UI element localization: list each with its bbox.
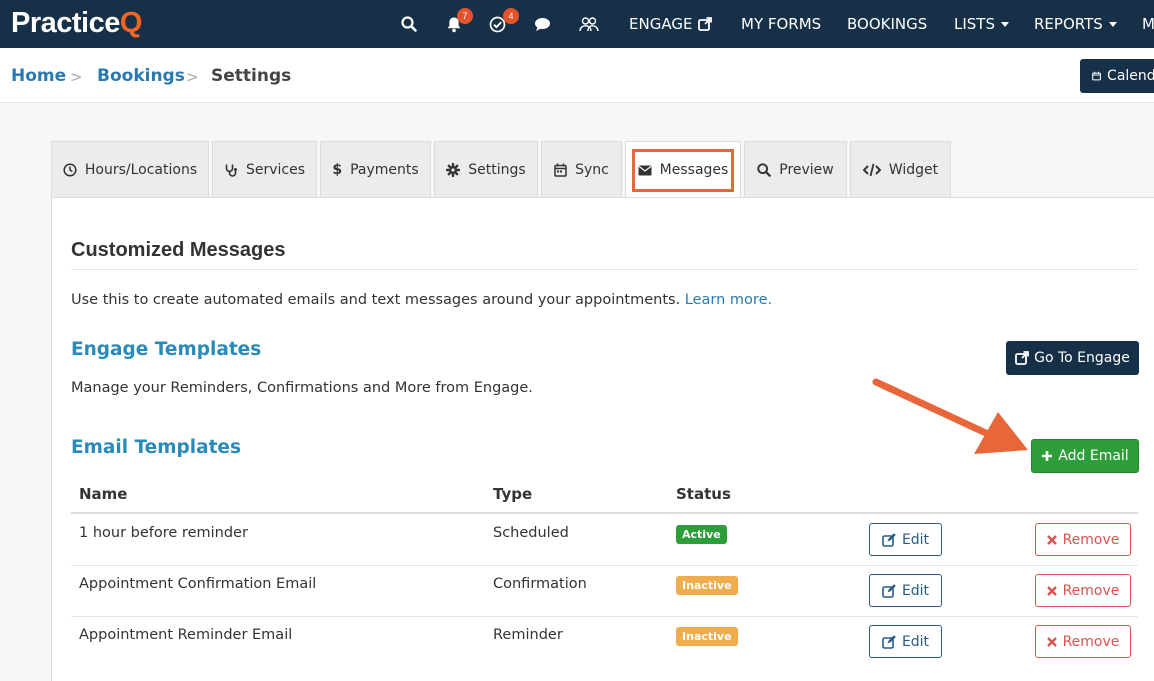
external-link-icon xyxy=(698,17,713,31)
calendar-button[interactable]: Calendar xyxy=(1080,59,1154,93)
table-row-type: Scheduled xyxy=(493,525,569,541)
column-header-name[interactable]: Name xyxy=(79,484,127,504)
remove-button[interactable]: Remove xyxy=(1035,523,1131,556)
table-row-name: Appointment Reminder Email xyxy=(79,627,293,643)
dollar-icon: $ xyxy=(332,161,343,178)
column-header-status[interactable]: Status xyxy=(676,484,731,504)
breadcrumb-bookings[interactable]: Bookings xyxy=(97,65,185,87)
caret-down-icon xyxy=(1108,21,1117,27)
close-icon xyxy=(1046,534,1057,545)
add-email-button[interactable]: Add Email xyxy=(1031,439,1139,473)
gear-icon xyxy=(446,162,461,177)
page-description: Use this to create automated emails and … xyxy=(71,292,773,308)
notifications-badge: 7 xyxy=(457,8,473,24)
stethoscope-icon xyxy=(225,164,237,177)
table-row-type: Reminder xyxy=(493,627,563,643)
breadcrumb-separator: > xyxy=(186,68,199,86)
remove-button[interactable]: Remove xyxy=(1035,625,1131,658)
learn-more-link[interactable]: Learn more. xyxy=(685,292,772,308)
tab-payments[interactable]: $ Payments xyxy=(320,141,431,197)
go-to-engage-button[interactable]: Go To Engage xyxy=(1006,341,1139,375)
tab-settings[interactable]: Settings xyxy=(434,141,538,197)
search-icon xyxy=(757,162,772,177)
tasks-badge: 4 xyxy=(503,8,519,24)
top-navbar: PracticeQ 7 4 ENGAGE MY FORMS BOOKINGS L… xyxy=(0,0,1154,48)
engage-templates-title: Engage Templates xyxy=(71,339,262,360)
edit-button[interactable]: Edit xyxy=(869,523,942,556)
edit-icon xyxy=(882,583,896,598)
tab-widget[interactable]: Widget xyxy=(850,141,951,197)
row-divider xyxy=(71,616,1138,617)
tab-messages[interactable]: Messages xyxy=(625,141,741,198)
code-icon xyxy=(862,163,881,176)
envelope-icon xyxy=(638,165,652,175)
column-header-type[interactable]: Type xyxy=(493,484,532,504)
table-header-divider xyxy=(71,512,1138,514)
breadcrumb-home[interactable]: Home xyxy=(11,65,66,87)
calendar-icon xyxy=(554,163,567,177)
caret-down-icon xyxy=(1001,21,1009,27)
search-icon[interactable] xyxy=(399,14,419,34)
tab-preview[interactable]: Preview xyxy=(744,141,847,197)
practiceq-logo[interactable]: PracticeQ xyxy=(11,5,142,41)
nav-more[interactable]: M xyxy=(1142,14,1154,34)
chat-icon[interactable] xyxy=(532,14,552,34)
page-title: Customized Messages xyxy=(71,239,286,261)
nav-lists[interactable]: LISTS xyxy=(954,14,1009,34)
calendar-icon xyxy=(1092,71,1101,81)
breadcrumb-separator: > xyxy=(70,68,83,86)
email-templates-title: Email Templates xyxy=(71,437,241,458)
users-icon[interactable] xyxy=(579,14,599,34)
nav-engage[interactable]: ENGAGE xyxy=(629,14,713,34)
status-badge: Inactive xyxy=(676,576,738,595)
table-row-name: Appointment Confirmation Email xyxy=(79,576,317,592)
table-row-name: 1 hour before reminder xyxy=(79,525,248,541)
table-row-type: Confirmation xyxy=(493,576,587,592)
tab-hours-locations[interactable]: Hours/Locations xyxy=(51,141,209,197)
tab-sync[interactable]: Sync xyxy=(541,141,622,197)
annotation-arrow-icon xyxy=(872,378,1028,454)
nav-my-forms[interactable]: MY FORMS xyxy=(741,14,821,34)
edit-button[interactable]: Edit xyxy=(869,625,942,658)
tab-services[interactable]: Services xyxy=(212,141,317,197)
divider xyxy=(71,269,1138,270)
plus-icon xyxy=(1042,451,1053,461)
clock-icon xyxy=(63,162,77,177)
engage-description: Manage your Reminders, Confirmations and… xyxy=(71,380,533,396)
status-badge: Active xyxy=(676,525,727,544)
external-link-icon xyxy=(1015,351,1030,365)
edit-icon xyxy=(882,634,896,649)
close-icon xyxy=(1046,585,1057,596)
close-icon xyxy=(1046,636,1057,647)
edit-icon xyxy=(882,532,896,547)
breadcrumb-current: Settings xyxy=(211,66,292,86)
remove-button[interactable]: Remove xyxy=(1035,574,1131,607)
breadcrumb: Home > Bookings > Settings Calendar xyxy=(0,48,1154,103)
row-divider xyxy=(71,565,1138,566)
nav-reports[interactable]: REPORTS xyxy=(1034,14,1117,34)
nav-bookings[interactable]: BOOKINGS xyxy=(847,14,927,34)
status-badge: Inactive xyxy=(676,627,738,646)
edit-button[interactable]: Edit xyxy=(869,574,942,607)
